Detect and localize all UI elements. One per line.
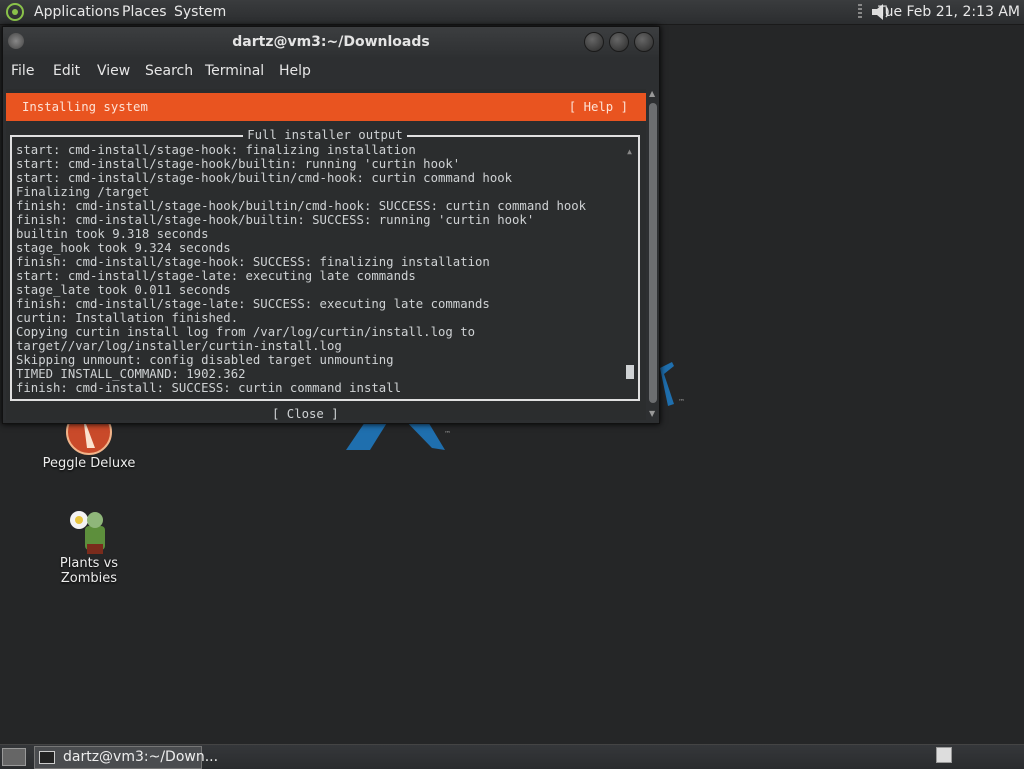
menu-help[interactable]: Help [279,63,311,79]
places-menu[interactable]: Places [122,4,167,20]
log-line: target//var/log/installer/curtin-install… [16,339,342,353]
distro-logo-icon[interactable] [6,3,24,21]
scroll-down-icon[interactable]: ▼ [649,409,655,418]
terminal-content[interactable]: Installing system [ Help ] Full installe… [6,89,646,421]
terminal-scroll-thumb[interactable] [649,103,657,403]
workspace-switcher[interactable] [936,747,952,763]
log-line: finish: cmd-install/stage-hook/builtin/c… [16,199,587,213]
desktop-icon-plants-vs-zombies[interactable]: Plants vs Zombies [30,506,148,586]
maximize-button[interactable] [609,32,629,52]
log-line: start: cmd-install/stage-hook/builtin: r… [16,157,461,171]
close-button[interactable]: [ Close ] [272,407,339,421]
log-line: curtin: Installation finished. [16,311,239,325]
terminal-icon [39,751,55,764]
desktop-icon-label: Peggle Deluxe [42,456,136,471]
installer-header: Installing system [ Help ] [6,93,646,121]
desktop-icon-label: Plants vs Zombies [59,556,119,586]
scroll-up-arrow-icon[interactable]: ▲ [627,147,632,156]
log-line: Skipping unmount: config disabled target… [16,353,394,367]
installer-log: start: cmd-install/stage-hook: finalizin… [16,143,626,395]
installer-header-title: Installing system [22,100,148,114]
log-line: TIMED INSTALL_COMMAND: 1902.362 [16,367,246,381]
log-line: finish: cmd-install/stage-hook: SUCCESS:… [16,255,490,269]
menu-view[interactable]: View [97,63,130,79]
menu-terminal[interactable]: Terminal [205,63,264,79]
output-scroll-thumb[interactable] [626,365,634,379]
log-line: finish: cmd-install: SUCCESS: curtin com… [16,381,401,395]
log-line: Copying curtin install log from /var/log… [16,325,476,339]
clock[interactable]: Tue Feb 21, 2:13 AM [878,4,1020,20]
installer-output-frame: Full installer output ▲ start: cmd-insta… [10,128,640,401]
log-line: start: cmd-install/stage-late: executing… [16,269,416,283]
terminal-window[interactable]: dartz@vm3:~/Downloads File Edit View Sea… [2,26,660,424]
show-desktop-icon[interactable] [2,748,26,766]
close-window-button[interactable] [634,32,654,52]
applications-menu[interactable]: Applications [34,4,120,20]
log-line: stage_hook took 9.324 seconds [16,241,231,255]
log-line: start: cmd-install/stage-hook/builtin/cm… [16,171,513,185]
taskbar-item-terminal[interactable]: dartz@vm3:~/Down... [34,746,218,769]
log-line: Finalizing /target [16,185,150,199]
top-panel: Applications Places System Tue Feb 21, 2… [0,0,1024,25]
window-titlebar[interactable]: dartz@vm3:~/Downloads [3,27,659,57]
log-line: finish: cmd-install/stage-late: SUCCESS:… [16,297,490,311]
trademark-mark: ™ [678,398,685,406]
minimize-button[interactable] [584,32,604,52]
menu-search[interactable]: Search [145,63,193,79]
help-button[interactable]: [ Help ] [569,100,628,114]
system-menu[interactable]: System [174,4,226,20]
taskbar-item-label: dartz@vm3:~/Down... [63,749,219,765]
trademark-mark: ™ [444,430,451,438]
plants-vs-zombies-icon [70,511,105,554]
bottom-panel: dartz@vm3:~/Down... [0,744,1024,769]
terminal-menubar: File Edit View Search Terminal Help [3,57,659,85]
panel-handle[interactable] [858,4,862,20]
frame-title: Full installer output [243,128,407,142]
log-line: finish: cmd-install/stage-hook/builtin: … [16,213,535,227]
log-line: stage_late took 0.011 seconds [16,283,231,297]
menu-file[interactable]: File [11,63,34,79]
window-title: dartz@vm3:~/Downloads [232,34,430,50]
scroll-up-icon[interactable]: ▲ [649,89,655,98]
terminal-scrollbar[interactable]: ▲ ▼ [648,89,658,420]
menu-edit[interactable]: Edit [53,63,80,79]
log-line: builtin took 9.318 seconds [16,227,209,241]
log-line: start: cmd-install/stage-hook: finalizin… [16,143,416,157]
